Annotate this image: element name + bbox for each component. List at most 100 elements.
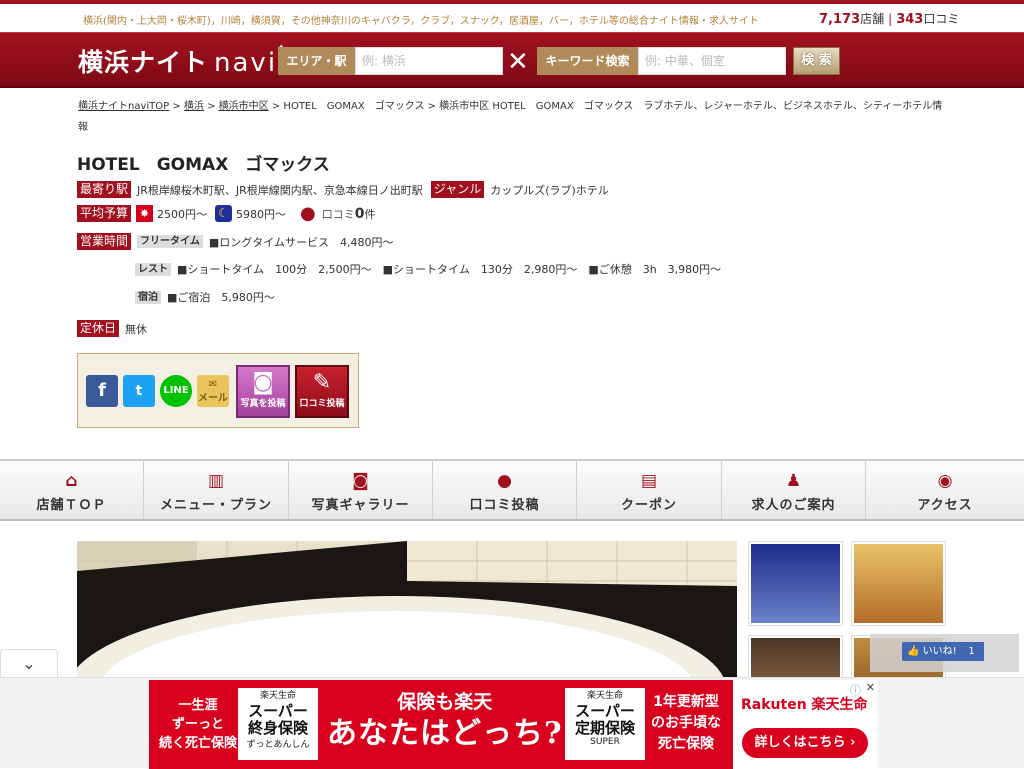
search-button[interactable]: 検 索 [793,47,840,75]
budget-label: 平均予算 [77,205,132,222]
ad-bar: 一生涯 ずーっと 続く死亡保険 楽天生命 スーパー 終身保険 ずっとあんしん 保… [0,677,1024,769]
hours-label: 営業時間 [77,233,132,250]
breadcrumb-link-naka[interactable]: 横浜市中区 [219,101,269,112]
photo-post-label: 写真を投稿 [240,399,286,409]
budget-row: 平均予算 ✸ 2500円〜 ☾ 5980円〜 ● 口コミ 0 件 [77,202,376,224]
thumbs-up-icon: 👍 [907,646,923,657]
speech-bubble-icon: ● [497,471,512,491]
holiday-label: 定休日 [77,320,120,337]
moon-icon: ☾ [215,205,233,222]
site-counts: 7,173店舗 | 343口コミ [819,10,959,27]
like-count: 1 [959,642,984,661]
ad-info-icon[interactable]: ⓘ [850,682,861,698]
line-share-icon[interactable]: LINE [160,375,192,407]
tab-recruit[interactable]: ♟ 求人のご案内 [722,461,866,519]
close-x-icon: ✕ [507,47,529,77]
rakuten-logo: Rakuten 楽天生命 [741,697,868,713]
budget-day-value: 2500円〜 [157,207,208,221]
twitter-share-icon[interactable]: t [123,375,155,407]
ad-box1-sub: ずっとあんしん [246,740,310,750]
mail-envelope-icon: ✉ [208,379,218,390]
stay-text: ■ご宿泊 5,980円〜 [167,291,275,304]
breadcrumb-current: HOTEL GOMAX ゴマックス > 横浜市中区 HOTEL GOMAX ゴマ… [78,101,943,133]
free-time-label: フリータイム [137,235,203,248]
breadcrumb-link-yokohama[interactable]: 横浜 [184,101,204,112]
tab-label: メニュー・プラン [159,498,272,513]
tab-label: 口コミ投稿 [469,498,540,513]
main-photo[interactable] [77,541,737,681]
logo-navi-text: navi [214,48,278,78]
site-logo[interactable]: 横浜ナイトnavi✦ [78,43,286,79]
review-post-label: 口コミ投稿 [299,399,345,409]
camera-icon: ◙ [352,471,369,491]
like-label: いいね! [922,646,957,657]
genre-label: ジャンル [430,181,485,198]
stay-row: 宿泊 ■ご宿泊 5,980円〜 [135,289,275,305]
tab-access[interactable]: ◉ アクセス [866,461,1024,519]
rest-row: レスト ■ショートタイム 100分 2,500円〜 ■ショートタイム 130分 … [135,261,721,277]
tab-review-post[interactable]: ● 口コミ投稿 [433,461,577,519]
review-post-button[interactable]: ✎ 口コミ投稿 [295,365,349,418]
ad-headline-big: あなたはどっち? [327,716,563,751]
rest-label: レスト [135,262,171,276]
mail-share-icon[interactable]: ✉ メール [197,375,229,407]
logo-main-text: 横浜ナイト [78,48,209,77]
gallery-thumbnail[interactable] [748,541,843,626]
tab-label: アクセス [917,498,973,513]
station-label: 最寄り駅 [77,181,132,198]
station-row: 最寄り駅 JR根岸線桜木町駅、JR根岸線関内駅、京急本線日ノ出町駅 ジャンル カ… [77,181,609,198]
rest-text: ■ショートタイム 100分 2,500円〜 ■ショートタイム 130分 2,98… [177,263,722,276]
tab-label: クーポン [620,498,677,513]
review-bubble-icon: ● [300,202,316,224]
tab-coupon[interactable]: ▤ クーポン [577,461,722,519]
ad-headline: 保険も楽天 あなたはどっち? [327,686,563,753]
like-button[interactable]: 👍 いいね! [902,642,962,661]
hours-row: 営業時間 フリータイム ■ロングタイムサービス 4,480円〜 [77,233,394,250]
ad-product-box-2: 楽天生命 スーパー 定期保険 SUPER [565,688,645,760]
area-search-input[interactable]: 例: 横浜 [355,47,503,75]
holiday-value: 無休 [125,322,148,336]
ad-left-text: 一生涯 ずーっと 続く死亡保険 [159,698,238,751]
person-icon: ♟ [785,471,802,491]
pencil-icon: ✎ [312,370,332,395]
keyword-search-input[interactable]: 例: 中華、個室 [638,47,786,75]
tab-label: 写真ギャラリー [311,498,410,513]
tab-menu-plan[interactable]: ▥ メニュー・プラン [144,461,289,519]
keyword-search-label: キーワード検索 [537,47,638,75]
banner-ad[interactable]: 一生涯 ずーっと 続く死亡保険 楽天生命 スーパー 終身保険 ずっとあんしん 保… [149,680,877,769]
facebook-share-icon[interactable]: f [86,375,118,407]
tab-shop-top[interactable]: ⌂ 店舗ＴＯＰ [0,461,144,519]
ad-box2-sub: SUPER [590,737,620,747]
store-unit: 店舗 [860,12,885,26]
share-panel: f t LINE ✉ メール ◙ 写真を投稿 ✎ 口コミ投稿 [77,353,359,428]
breadcrumb-link-top[interactable]: 横浜ナイトnaviTOP [78,101,169,112]
ad-close-icon[interactable]: ✕ [866,681,875,694]
ad-product-box-1: 楽天生命 スーパー 終身保険 ずっとあんしん [238,688,318,760]
tab-photo-gallery[interactable]: ◙ 写真ギャラリー [289,461,433,519]
ad-box1-top: 楽天生命 [259,691,296,701]
gallery-thumbnail[interactable] [851,541,946,626]
photo-post-button[interactable]: ◙ 写真を投稿 [236,365,290,418]
review-unit: 口コミ [923,12,960,26]
bathroom-photo-image [77,541,737,681]
stay-label: 宿泊 [135,290,161,304]
site-header: 横浜ナイトnavi✦ エリア・駅 例: 横浜 ✕ キーワード検索 例: 中華、個… [0,32,1024,88]
store-count: 7,173 [819,12,861,27]
coupon-icon: ▤ [640,471,658,491]
map-pin-icon: ◉ [937,471,953,491]
tab-label: 求人のご案内 [751,498,836,513]
breadcrumb: 横浜ナイトnaviTOP > 横浜 > 横浜市中区 > HOTEL GOMAX … [78,101,943,133]
home-icon: ⌂ [65,471,78,491]
review-number: 0 [354,205,365,222]
station-value: JR根岸線桜木町駅、JR根岸線関内駅、京急本線日ノ出町駅 [137,183,423,197]
review-prefix: 口コミ [321,207,355,221]
ad-cta-button[interactable]: 詳しくはこちら › [742,728,868,758]
page-title: HOTEL GOMAX ゴマックス [77,155,330,175]
ad-box1-title: スーパー 終身保険 [247,702,308,737]
book-icon: ▥ [207,471,225,491]
chevron-down-icon[interactable]: ⌄ [0,649,58,677]
ad-brand-panel: Rakuten 楽天生命 詳しくはこちら › ⓘ ✕ [733,680,877,769]
genre-value: カップルズ(ラブ)ホテル [490,183,609,197]
review-suffix: 件 [364,207,376,221]
sun-icon: ✸ [136,205,154,222]
